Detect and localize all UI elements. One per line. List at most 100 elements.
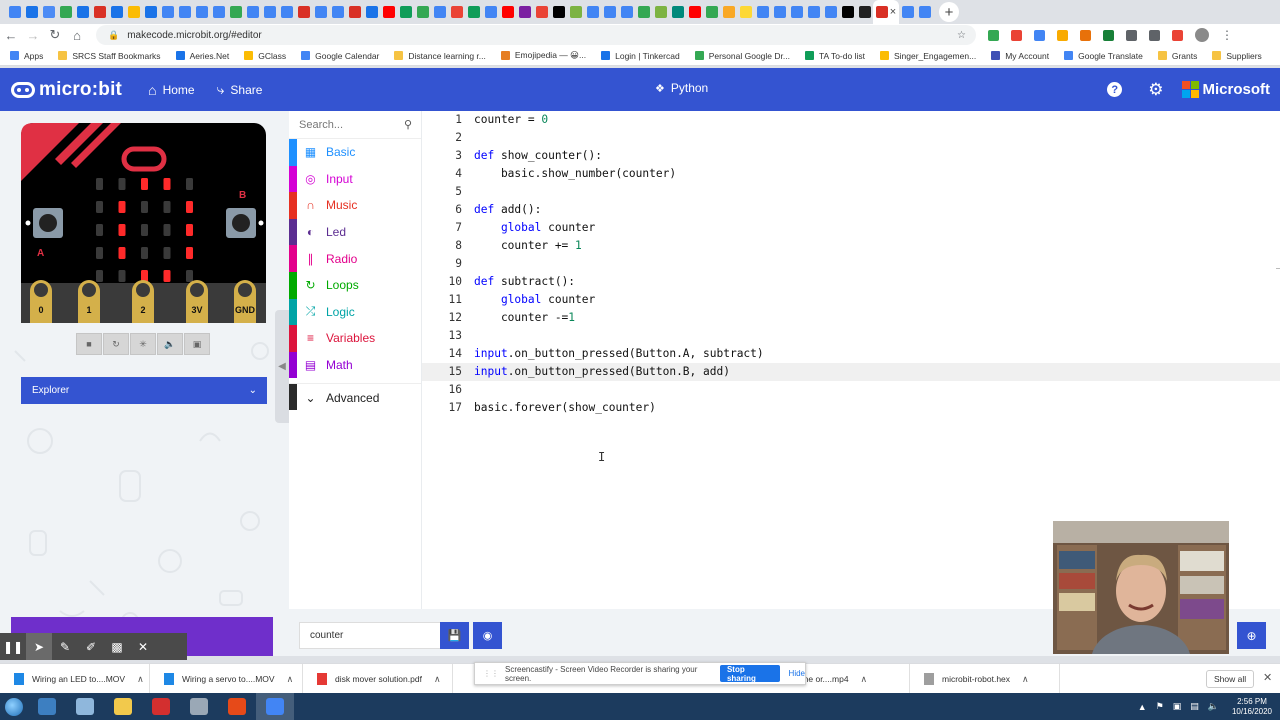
bookmark-item[interactable]: Login | Tinkercad <box>601 51 680 61</box>
browser-tab[interactable]: × <box>873 0 899 24</box>
stop-icon[interactable]: ■ <box>76 333 102 355</box>
taskbar-app[interactable] <box>104 693 142 720</box>
browser-tab[interactable] <box>193 0 210 24</box>
browser-tab[interactable] <box>261 0 278 24</box>
cursor-icon[interactable]: ➤ <box>26 633 52 660</box>
bookmark-star-icon[interactable]: ☆ <box>957 30 966 41</box>
code-line[interactable]: 12 counter -=1 <box>422 309 1280 327</box>
browser-tab[interactable] <box>601 0 618 24</box>
browser-tab[interactable] <box>414 0 431 24</box>
zoom-in-button[interactable]: ⊕ <box>1237 622 1266 649</box>
pin-gnd[interactable]: GND <box>234 280 256 323</box>
browser-tab[interactable] <box>635 0 652 24</box>
show-all-downloads-button[interactable]: Show all <box>1206 670 1255 688</box>
bookmark-item[interactable]: Emojipedia — 😀... <box>500 50 586 61</box>
extension-icon[interactable] <box>988 29 999 41</box>
browser-tab[interactable] <box>669 0 686 24</box>
code-line[interactable]: 6 def add(): <box>422 201 1280 219</box>
back-arrow-icon[interactable]: ← <box>0 28 22 43</box>
toolbox-category-logic[interactable]: ⤮ Logic <box>289 298 421 326</box>
toolbox-category-input[interactable]: ◎ Input <box>289 165 421 193</box>
taskbar-app[interactable] <box>66 693 104 720</box>
browser-tab[interactable] <box>159 0 176 24</box>
python-toggle[interactable]: ❖ Python <box>655 81 708 95</box>
extension-icon[interactable] <box>1034 29 1045 41</box>
bookmark-item[interactable]: Distance learning r... <box>394 51 486 61</box>
browser-tab[interactable] <box>210 0 227 24</box>
toolbox-search[interactable]: Search... ⚲ <box>289 111 421 139</box>
chevron-up-icon[interactable]: ∧ <box>287 674 294 685</box>
browser-tab[interactable] <box>6 0 23 24</box>
menu-icon[interactable]: ⋮ <box>1221 28 1233 42</box>
bookmark-item[interactable]: TA To-do list <box>804 51 865 61</box>
taskbar-app[interactable] <box>142 693 180 720</box>
code-line[interactable]: 7 global counter <box>422 219 1280 237</box>
microsoft-logo[interactable]: Microsoft <box>1181 81 1270 98</box>
volume-icon[interactable]: 🔈 <box>1208 701 1219 712</box>
forward-arrow-icon[interactable]: → <box>22 28 44 43</box>
code-line[interactable]: 13 <box>422 327 1280 345</box>
pin-0[interactable]: 0 <box>30 280 52 323</box>
pin-3v[interactable]: 3V <box>186 280 208 323</box>
show-hidden-icons-icon[interactable]: ▲ <box>1138 702 1147 712</box>
network-icon[interactable]: ▤ <box>1190 701 1199 712</box>
reload-icon[interactable]: ↻ <box>44 27 66 43</box>
browser-tab[interactable] <box>244 0 261 24</box>
bookmark-item[interactable]: Suppliers <box>1212 51 1262 61</box>
drag-handle-icon[interactable]: ⋮⋮ <box>483 669 499 678</box>
browser-tab[interactable] <box>754 0 771 24</box>
bookmark-item[interactable]: Personal Google Dr... <box>694 51 790 61</box>
browser-tab[interactable] <box>23 0 40 24</box>
bookmark-item[interactable]: Aeries.Net <box>175 51 229 61</box>
bookmark-item[interactable]: Google Translate <box>1064 51 1143 61</box>
download-item[interactable]: microbit-robot.hex ∧ <box>910 664 1060 694</box>
code-line[interactable]: 10 def subtract(): <box>422 273 1280 291</box>
browser-tab[interactable] <box>57 0 74 24</box>
browser-tab[interactable] <box>499 0 516 24</box>
share-button[interactable]: ⤷ Share <box>217 81 263 98</box>
collapse-simulator-button[interactable]: ◀ <box>275 310 289 423</box>
code-line[interactable]: 14 input.on_button_pressed(Button.A, subt… <box>422 345 1280 363</box>
browser-tab[interactable] <box>618 0 635 24</box>
taskbar-app[interactable] <box>218 693 256 720</box>
code-line[interactable]: 4 basic.show_number(counter) <box>422 165 1280 183</box>
browser-tab[interactable] <box>737 0 754 24</box>
browser-tab[interactable] <box>584 0 601 24</box>
search-input[interactable]: Search... <box>299 119 343 131</box>
browser-tab[interactable] <box>380 0 397 24</box>
browser-tab[interactable] <box>805 0 822 24</box>
browser-tab[interactable] <box>363 0 380 24</box>
browser-tab[interactable] <box>516 0 533 24</box>
download-item[interactable]: disk mover solution.pdf ∧ <box>303 664 453 694</box>
browser-tab[interactable] <box>533 0 550 24</box>
browser-tab[interactable] <box>916 0 933 24</box>
bookmark-item[interactable]: SRCS Staff Bookmarks <box>58 51 161 61</box>
bookmark-item[interactable]: Singer_Engagemen... <box>879 51 976 61</box>
microbit-logo[interactable]: micro:bit <box>11 79 122 101</box>
toolbox-category-loops[interactable]: ↻ Loops <box>289 271 421 299</box>
bookmark-item[interactable]: Grants <box>1157 51 1197 61</box>
toolbox-category-variables[interactable]: ≡ Variables <box>289 325 421 352</box>
pause-icon[interactable]: ❚❚ <box>0 633 26 660</box>
toolbox-category-led[interactable]: ◐ Led <box>289 218 421 246</box>
flag-icon[interactable]: ⚑ <box>1156 701 1164 712</box>
extension-icon[interactable] <box>1103 29 1114 41</box>
browser-tab[interactable] <box>788 0 805 24</box>
home-button[interactable]: ⌂ Home <box>148 82 194 98</box>
mute-icon[interactable]: 🔈 <box>157 333 183 355</box>
chevron-up-icon[interactable]: ∧ <box>434 674 441 685</box>
browser-tab[interactable] <box>550 0 567 24</box>
taskbar-app[interactable] <box>28 693 66 720</box>
browser-tab[interactable] <box>652 0 669 24</box>
browser-tab[interactable] <box>686 0 703 24</box>
pin-2[interactable]: 2 <box>132 280 154 323</box>
home-icon[interactable]: ⌂ <box>66 28 88 43</box>
browser-tab[interactable] <box>720 0 737 24</box>
extension-icon[interactable] <box>1172 29 1183 41</box>
browser-tab[interactable] <box>227 0 244 24</box>
restart-icon[interactable]: ↻ <box>103 333 129 355</box>
browser-tab[interactable] <box>771 0 788 24</box>
code-line[interactable]: 15 input.on_button_pressed(Button.B, add) <box>422 363 1280 381</box>
hide-button[interactable]: Hide <box>789 669 805 678</box>
stop-sharing-button[interactable]: Stop sharing <box>719 665 780 683</box>
